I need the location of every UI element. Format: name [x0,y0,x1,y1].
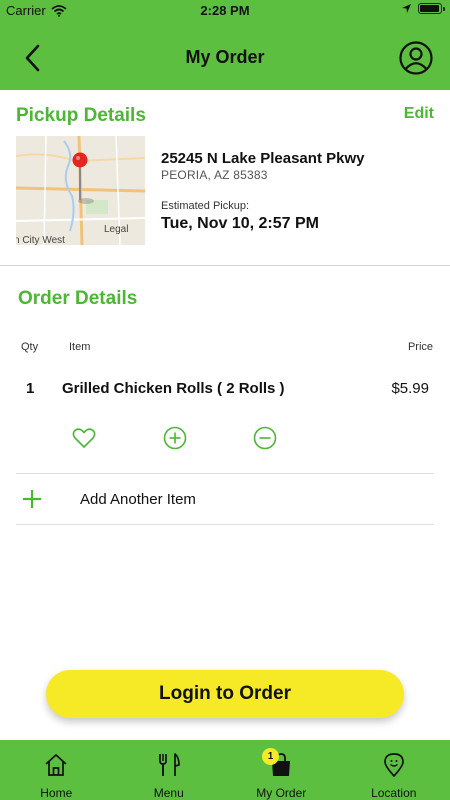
header-bar: Carrier 2:28 PM My Order [0,0,450,90]
profile-button[interactable] [398,40,434,76]
map-legal-label[interactable]: Legal [104,224,128,235]
increase-qty-button[interactable] [162,425,188,451]
estimated-pickup-label: Estimated Pickup: [161,200,250,212]
order-item-name: Grilled Chicken Rolls ( 2 Rolls ) [62,380,285,397]
plus-circle-icon [163,426,187,450]
battery-level [420,5,439,12]
home-icon [45,754,67,776]
tab-location-label: Location [371,786,417,800]
add-item-divider [16,524,434,525]
pickup-section-title: Pickup Details [16,105,146,126]
decrease-qty-button[interactable] [252,425,278,451]
location-arrow-icon [402,4,411,13]
edit-pickup-button[interactable]: Edit [404,105,434,123]
tab-home[interactable]: Home [0,740,113,800]
status-bar: Carrier 2:28 PM [0,0,450,22]
page-title: My Order [185,47,265,67]
chevron-left-icon [25,44,40,72]
tab-my-order-label: My Order [256,786,307,800]
minus-circle-icon [253,426,277,450]
login-to-order-button[interactable]: Login to Order [46,670,404,718]
qty-column-header: Qty [21,341,39,353]
fork-knife-icon [158,753,180,776]
user-circle-icon [399,41,433,75]
item-divider [16,473,434,474]
favorite-button[interactable] [71,425,97,451]
tab-location[interactable]: Location [338,740,450,800]
price-column-header: Price [407,341,433,353]
tab-home-label: Home [40,786,73,800]
item-column-header: Item [69,341,91,353]
plus-icon [23,490,41,508]
section-divider [0,265,450,266]
tab-menu-label: Menu [153,786,184,800]
back-button[interactable] [14,40,50,76]
order-item-qty: 1 [26,380,35,397]
order-section-title: Order Details [18,288,138,309]
estimated-pickup-time: Tue, Nov 10, 2:57 PM [161,215,319,232]
tab-my-order[interactable]: My Order [225,740,338,800]
pickup-map[interactable]: Legal n City West [16,136,145,245]
status-indicators [401,3,445,14]
order-item-price: $5.99 [391,380,429,397]
status-time: 2:28 PM [200,3,250,18]
map-city-label: n City West [16,235,65,245]
battery-icon [418,3,445,14]
location-pin-icon [383,753,404,777]
pickup-city: PEORIA, AZ 85383 [161,168,268,182]
tab-bar: Home Menu My Order Location [0,740,450,800]
add-another-item-button[interactable]: Add Another Item [80,491,196,508]
tab-menu[interactable]: Menu [113,740,226,800]
pickup-address: 25245 N Lake Pleasant Pkwy [161,150,365,167]
cart-count-badge: 1 [262,748,279,765]
add-another-item-icon-button[interactable] [21,488,43,510]
heart-icon [72,428,96,448]
